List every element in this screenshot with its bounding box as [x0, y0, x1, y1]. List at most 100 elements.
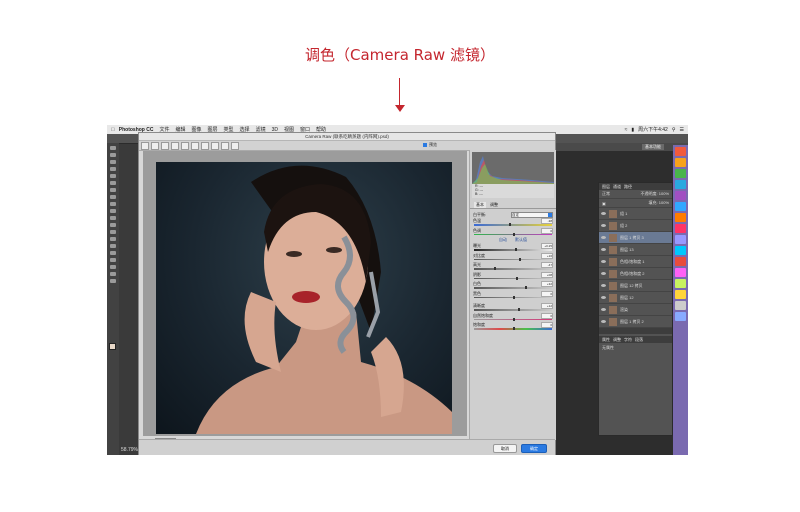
layer-row[interactable]: 图层 12 拷贝 — [599, 280, 672, 292]
dodge-tool-icon[interactable] — [110, 237, 116, 241]
dock-app-icon[interactable] — [675, 290, 686, 299]
blacks-slider[interactable] — [474, 295, 552, 299]
whites-slider[interactable] — [474, 286, 552, 289]
visibility-eye-icon[interactable] — [601, 320, 606, 323]
hand-tool-icon[interactable] — [110, 272, 116, 276]
dock-app-icon[interactable] — [675, 246, 686, 255]
history-brush-tool-icon[interactable] — [110, 209, 116, 213]
preview-checkbox[interactable] — [423, 143, 427, 147]
dock-app-icon[interactable] — [675, 158, 686, 167]
tab-basic[interactable]: 基本 — [474, 201, 486, 208]
blur-tool-icon[interactable] — [110, 230, 116, 234]
visibility-eye-icon[interactable] — [601, 260, 606, 263]
visibility-eye-icon[interactable] — [601, 224, 606, 227]
dock-app-icon[interactable] — [675, 191, 686, 200]
layer-row[interactable]: 图层 1 拷贝 3 — [599, 232, 672, 244]
workspace-button[interactable]: 基本功能 — [642, 144, 664, 150]
red-eye-tool-icon[interactable] — [201, 141, 209, 150]
ok-button[interactable]: 确定 — [521, 444, 547, 453]
path-selection-tool-icon[interactable] — [110, 258, 116, 262]
target-adjust-tool-icon[interactable] — [181, 141, 189, 150]
lock-icon[interactable]: ▣ — [602, 201, 606, 206]
tab-paths[interactable]: 路径 — [624, 184, 632, 190]
radial-filter-icon[interactable] — [231, 141, 239, 150]
cancel-button[interactable]: 取消 — [493, 444, 517, 453]
tab-adjust[interactable]: 调整 — [490, 202, 498, 208]
eraser-tool-icon[interactable] — [110, 216, 116, 220]
eyedropper-tool-icon[interactable] — [110, 181, 116, 185]
apple-icon[interactable]:  — [111, 127, 115, 133]
highlights-slider[interactable] — [474, 267, 552, 270]
layer-row[interactable]: 图层 12 — [599, 292, 672, 304]
dock-app-icon[interactable] — [675, 224, 686, 233]
dock-app-icon[interactable] — [675, 268, 686, 277]
dock-app-icon[interactable] — [675, 202, 686, 211]
magic-wand-tool-icon[interactable] — [110, 167, 116, 171]
clarity-slider[interactable] — [474, 308, 552, 311]
spot-removal-tool-icon[interactable] — [191, 141, 199, 150]
tab-properties[interactable]: 属性 — [602, 337, 610, 343]
tab-channels[interactable]: 通道 — [613, 184, 621, 190]
contrast-slider[interactable] — [474, 257, 552, 261]
list-icon[interactable]: ☰ — [680, 127, 684, 133]
blend-mode-select[interactable]: 正常 — [602, 191, 610, 197]
shape-tool-icon[interactable] — [110, 265, 116, 269]
layer-row[interactable]: 图层 1 拷贝 2 — [599, 316, 672, 328]
marquee-tool-icon[interactable] — [110, 153, 116, 157]
auto-link[interactable]: 自动 — [499, 237, 507, 243]
layer-row[interactable]: 图层 13 — [599, 244, 672, 256]
search-icon[interactable]: ⚲ — [672, 127, 676, 133]
move-tool-icon[interactable] — [110, 146, 116, 150]
lasso-tool-icon[interactable] — [110, 160, 116, 164]
tab-paragraph[interactable]: 段落 — [635, 337, 643, 343]
visibility-eye-icon[interactable] — [601, 236, 606, 239]
visibility-eye-icon[interactable] — [601, 284, 606, 287]
brush-tool-icon[interactable] — [110, 195, 116, 199]
visibility-eye-icon[interactable] — [601, 308, 606, 311]
zoom-tool-icon[interactable] — [141, 141, 149, 150]
type-tool-icon[interactable] — [110, 251, 116, 255]
exposure-slider[interactable] — [474, 248, 552, 251]
tab-adjustments[interactable]: 调整 — [613, 337, 621, 343]
tab-character[interactable]: 字符 — [624, 337, 632, 343]
fill-value[interactable]: 100% — [659, 200, 669, 205]
adjustment-brush-icon[interactable] — [211, 141, 219, 150]
vibrance-slider[interactable] — [474, 317, 552, 321]
temperature-slider[interactable] — [474, 223, 552, 226]
layer-row[interactable]: 色相/饱和度 2 — [599, 268, 672, 280]
foreground-color-swatch[interactable] — [109, 343, 116, 350]
visibility-eye-icon[interactable] — [601, 212, 606, 215]
dock-app-icon[interactable] — [675, 180, 686, 189]
preview-canvas[interactable] — [143, 151, 467, 436]
hand-tool-icon[interactable] — [151, 141, 159, 150]
visibility-eye-icon[interactable] — [601, 296, 606, 299]
gradient-tool-icon[interactable] — [110, 223, 116, 227]
color-sampler-tool-icon[interactable] — [171, 141, 179, 150]
dock-app-icon[interactable] — [675, 213, 686, 222]
visibility-eye-icon[interactable] — [601, 248, 606, 251]
layer-row[interactable]: 色相/饱和度 1 — [599, 256, 672, 268]
clock[interactable]: 周六下午4:42 — [638, 126, 668, 133]
opacity-value[interactable]: 100% — [659, 191, 669, 196]
stamp-tool-icon[interactable] — [110, 202, 116, 206]
healing-tool-icon[interactable] — [110, 188, 116, 192]
zoom-tool-icon[interactable] — [110, 279, 116, 283]
layer-row[interactable]: 渲染 — [599, 304, 672, 316]
shadows-slider[interactable] — [474, 276, 552, 280]
white-balance-tool-icon[interactable] — [161, 141, 169, 150]
graduated-filter-icon[interactable] — [221, 141, 229, 150]
crop-tool-icon[interactable] — [110, 174, 116, 178]
dock-app-icon[interactable] — [675, 235, 686, 244]
layers-footer-icons[interactable] — [599, 328, 672, 334]
default-link[interactable]: 默认值 — [515, 237, 527, 243]
saturation-slider[interactable] — [474, 327, 552, 330]
dock-app-icon[interactable] — [675, 312, 686, 321]
visibility-eye-icon[interactable] — [601, 272, 606, 275]
battery-icon[interactable]: ▮ — [631, 127, 634, 133]
tab-layers[interactable]: 图层 — [602, 184, 610, 190]
dock-app-icon[interactable] — [675, 257, 686, 266]
dock-app-icon[interactable] — [675, 279, 686, 288]
dock-app-icon[interactable] — [675, 169, 686, 178]
tint-slider[interactable] — [474, 232, 552, 236]
dock-app-icon[interactable] — [675, 301, 686, 310]
